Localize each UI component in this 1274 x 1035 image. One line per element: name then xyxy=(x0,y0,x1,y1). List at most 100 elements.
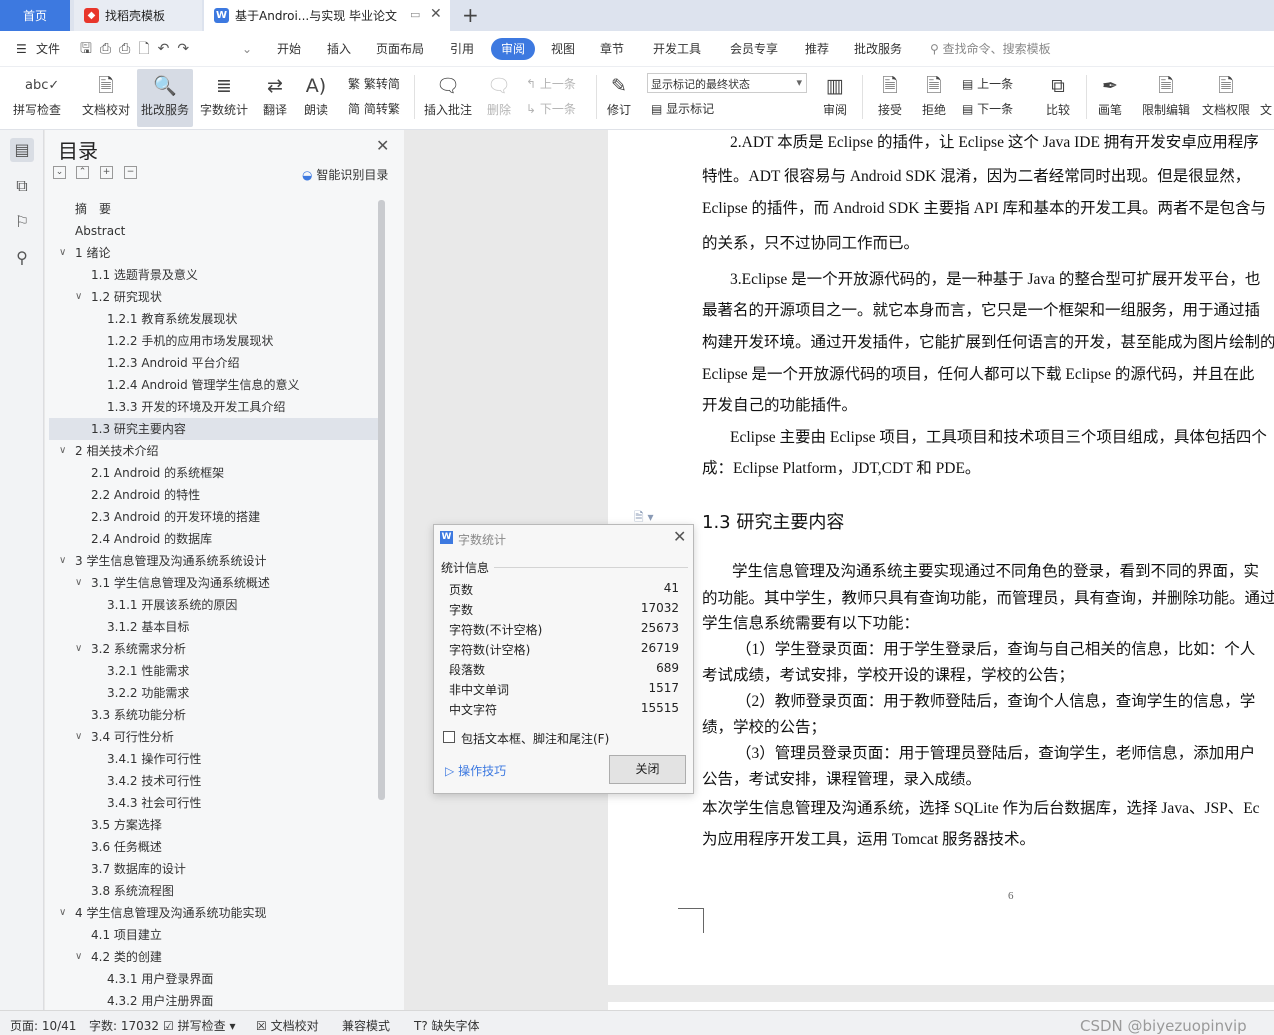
chevron-down-icon[interactable]: ∨ xyxy=(75,946,82,968)
trad-to-simp-button[interactable]: 繁 繁转简 xyxy=(348,75,400,92)
toc-item[interactable]: 3.1.2 基本目标 xyxy=(49,616,379,638)
new-tab-button[interactable]: + xyxy=(462,3,479,27)
delete-comment-button[interactable]: 🗨 删除 xyxy=(480,69,518,127)
close-icon[interactable]: ✕ xyxy=(673,527,686,546)
chevron-down-icon[interactable]: ∨ xyxy=(75,286,82,308)
menu-devtools[interactable]: 开发工具 xyxy=(653,31,701,67)
chevron-down-icon[interactable]: ∨ xyxy=(59,550,66,572)
show-markup-button[interactable]: ▤ 显示标记 xyxy=(651,100,714,117)
proofread-status[interactable]: ☒ 文档校对 xyxy=(256,1017,319,1034)
toc-item[interactable]: 4.1 项目建立 xyxy=(49,924,379,946)
add-level-icon[interactable]: + xyxy=(100,166,113,179)
proofread-button[interactable]: 🗎 文档校对 xyxy=(78,69,134,127)
toc-item[interactable]: 3.8 系统流程图 xyxy=(49,880,379,902)
close-button[interactable]: 关闭 xyxy=(609,755,686,784)
track-changes-button[interactable]: ✎ 修订 xyxy=(600,69,638,127)
menu-view[interactable]: 视图 xyxy=(551,31,575,67)
review-pane-button[interactable]: ▥ 审阅 xyxy=(815,69,855,127)
toc-item[interactable]: 1.3 研究主要内容 xyxy=(49,418,379,440)
correction-service-button[interactable]: 🔍 批改服务 xyxy=(137,69,193,127)
chevron-down-icon[interactable]: ∨ xyxy=(75,726,82,748)
more-ribbon-button[interactable]: · 文 xyxy=(1260,69,1274,127)
compare-button[interactable]: ⧉ 比较 xyxy=(1038,69,1078,127)
chevron-down-icon[interactable]: ∨ xyxy=(59,902,66,924)
next-comment-button[interactable]: ↳ 下一条 xyxy=(526,100,576,117)
prev-comment-button[interactable]: ↰ 上一条 xyxy=(526,75,576,92)
toc-item[interactable]: 1.2.4 Android 管理学生信息的意义 xyxy=(49,374,379,396)
toc-item[interactable]: 2.1 Android 的系统框架 xyxy=(49,462,379,484)
menu-layout[interactable]: 页面布局 xyxy=(376,31,424,67)
menu-reference[interactable]: 引用 xyxy=(450,31,474,67)
prev-change-button[interactable]: ▤ 上一条 xyxy=(962,75,1013,92)
toc-scrollbar[interactable] xyxy=(378,200,385,800)
toc-item[interactable]: 3.4.3 社会可行性 xyxy=(49,792,379,814)
close-tab-icon[interactable]: ✕ xyxy=(430,6,442,22)
accept-button[interactable]: 🗎 接受 xyxy=(870,69,910,127)
toc-item[interactable]: 3.4.2 技术可行性 xyxy=(49,770,379,792)
next-change-button[interactable]: ▤ 下一条 xyxy=(962,100,1013,117)
close-icon[interactable]: ✕ xyxy=(376,136,389,155)
menu-start[interactable]: 开始 xyxy=(277,31,301,67)
toc-item[interactable]: 摘 要 xyxy=(49,198,379,220)
menu-member[interactable]: 会员专享 xyxy=(730,31,778,67)
toc-item[interactable]: 2.3 Android 的开发环境的搭建 xyxy=(49,506,379,528)
pen-button[interactable]: ✒ 画笔 xyxy=(1092,69,1128,127)
insert-comment-button[interactable]: 🗨 插入批注 xyxy=(420,69,476,127)
remove-level-icon[interactable]: − xyxy=(124,166,137,179)
toc-panel-icon[interactable]: ▤ xyxy=(10,138,34,162)
toc-item[interactable]: ∨ 3.1 学生信息管理及沟通系统概述 xyxy=(49,572,379,594)
menu-review[interactable]: 审阅 xyxy=(491,38,536,60)
read-aloud-button[interactable]: A) 朗读 xyxy=(298,69,334,127)
include-textbox-label[interactable]: 包括文本框、脚注和尾注(F) xyxy=(461,730,609,747)
quick-access-icons[interactable]: 🖫⎙⎙🗋↶↷ xyxy=(80,31,197,67)
toc-item[interactable]: 1.1 选题背景及意义 xyxy=(49,264,379,286)
smart-toc-button[interactable]: ◒ 智能识别目录 xyxy=(302,166,388,183)
toc-item[interactable]: 1.3.3 开发的环境及开发工具介绍 xyxy=(49,396,379,418)
command-search[interactable]: ⚲ 查找命令、搜索模板 xyxy=(930,31,1051,67)
toc-item[interactable]: 4.3.2 用户注册界面 xyxy=(49,990,379,1012)
menu-insert[interactable]: 插入 xyxy=(327,31,351,67)
word-count-button[interactable]: ≣ 字数统计 xyxy=(197,69,251,127)
tips-link[interactable]: ▷ 操作技巧 xyxy=(445,762,506,779)
toc-item[interactable]: ∨ 1.2 研究现状 xyxy=(49,286,379,308)
toc-item[interactable]: ∨ 4 学生信息管理及沟通系统功能实现 xyxy=(49,902,379,924)
include-textbox-checkbox[interactable] xyxy=(443,731,455,743)
chevron-down-icon[interactable]: ∨ xyxy=(75,572,82,594)
toc-item[interactable]: ∨ 3.2 系统需求分析 xyxy=(49,638,379,660)
simp-to-trad-button[interactable]: 简 简转繁 xyxy=(348,100,400,117)
chevron-down-icon[interactable]: ∨ xyxy=(59,242,66,264)
missing-font-status[interactable]: T? 缺失字体 xyxy=(414,1017,480,1034)
toc-item[interactable]: ∨ 4.2 类的创建 xyxy=(49,946,379,968)
toc-item[interactable]: 1.2.1 教育系统发展现状 xyxy=(49,308,379,330)
collapse-all-icon[interactable]: ⌄ xyxy=(53,166,66,179)
toc-item[interactable]: 3.1.1 开展该系统的原因 xyxy=(49,594,379,616)
markup-state-select[interactable]: 显示标记的最终状态 ▾ xyxy=(647,73,807,93)
chapter-panel-icon[interactable]: ⧉ xyxy=(10,174,34,198)
chevron-down-icon[interactable]: ∨ xyxy=(75,638,82,660)
menu-file[interactable]: 文件 xyxy=(36,31,60,67)
tab-template[interactable]: ◆ 找稻壳模板 xyxy=(74,0,202,31)
toc-item[interactable]: 1.2.3 Android 平台介绍 xyxy=(49,352,379,374)
menu-chapter[interactable]: 章节 xyxy=(600,31,624,67)
toc-item[interactable]: 2.4 Android 的数据库 xyxy=(49,528,379,550)
tab-home[interactable]: 首页 xyxy=(0,0,70,31)
toc-item[interactable]: ∨ 3 学生信息管理及沟通系统系统设计 xyxy=(49,550,379,572)
toc-item[interactable]: 3.2.1 性能需求 xyxy=(49,660,379,682)
toc-item[interactable]: ∨ 2 相关技术介绍 xyxy=(49,440,379,462)
chevron-down-icon[interactable]: ∨ xyxy=(59,440,66,462)
document-page[interactable]: 2.ADT 本质是 Eclipse 的插件，让 Eclipse 这个 Java … xyxy=(608,130,1274,985)
toc-item[interactable]: ∨ 3.4 可行性分析 xyxy=(49,726,379,748)
word-count-indicator[interactable]: 字数: 17032 xyxy=(89,1017,159,1034)
monitor-icon[interactable]: ▭ xyxy=(410,8,420,21)
doc-permission-button[interactable]: 🗎 文档权限 xyxy=(1198,69,1254,127)
toc-item[interactable]: 3.7 数据库的设计 xyxy=(49,858,379,880)
hamburger-icon[interactable]: ☰ xyxy=(16,31,27,67)
bookmark-icon[interactable]: ⚐ xyxy=(10,210,34,234)
tab-document[interactable]: W 基于Androi...与实现 毕业论文 ▭ ✕ xyxy=(204,0,450,31)
quick-access-more-icon[interactable]: ⌄ xyxy=(242,31,252,67)
spell-check-button[interactable]: abc✓ 拼写检查 xyxy=(6,69,68,127)
toc-item[interactable]: 3.5 方案选择 xyxy=(49,814,379,836)
restrict-editing-button[interactable]: 🗎 限制编辑 xyxy=(1138,69,1194,127)
menu-correction[interactable]: 批改服务 xyxy=(854,31,902,67)
toc-item[interactable]: 3.3 系统功能分析 xyxy=(49,704,379,726)
